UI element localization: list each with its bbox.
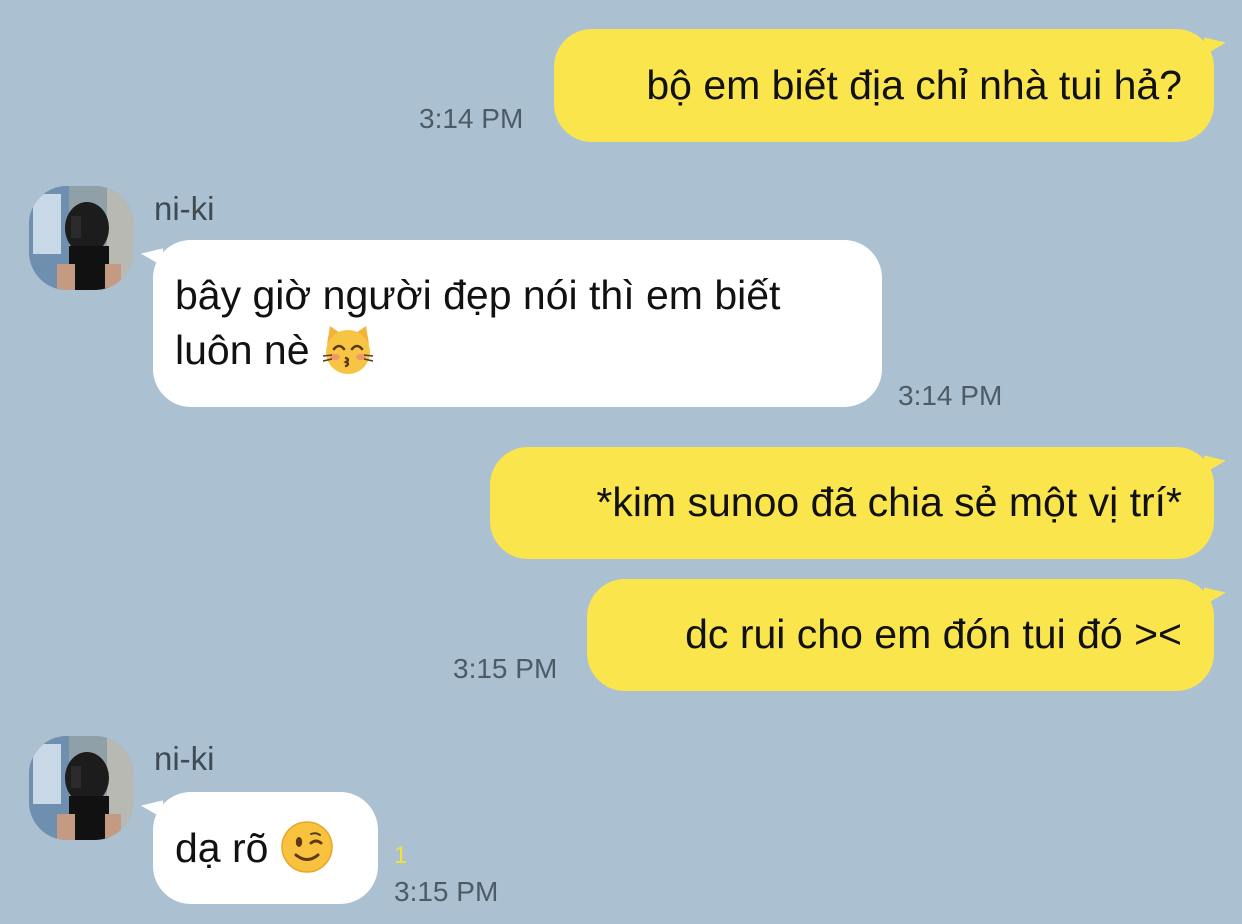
message-text: bộ em biết địa chỉ nhà tui hả? [646,62,1182,108]
sender-name: ni-ki [154,740,215,777]
outgoing-message-bubble[interactable]: bộ em biết địa chỉ nhà tui hả? [554,29,1214,142]
contact-avatar[interactable] [29,186,133,290]
avatar-photo [29,736,133,840]
message-text-line: bây giờ người đẹp nói thì em biết [175,272,781,318]
outgoing-message-bubble[interactable]: dc rui cho em đón tui đó >< [587,579,1214,691]
kissing-cat-icon [321,322,375,376]
message-text: dạ rõ [175,825,269,871]
message-text-line-2: luôn nè [175,322,860,377]
message-text: *kim sunoo đã chia sẻ một vị trí* [596,479,1182,525]
unread-counter: 1 [394,842,408,869]
message-timestamp: 3:15 PM [453,653,558,684]
contact-avatar[interactable] [29,736,133,840]
incoming-message-bubble[interactable]: dạ rõ [153,792,378,904]
message-text: dc rui cho em đón tui đó >< [685,611,1182,657]
message-timestamp: 3:14 PM [898,380,1003,411]
message-timestamp: 3:15 PM [394,876,499,907]
message-timestamp: 3:14 PM [419,103,524,134]
chat-thread: 3:14 PM bộ em biết địa chỉ nhà tui hả? n… [0,0,1242,924]
message-text: luôn nè [175,327,310,373]
incoming-message-bubble[interactable]: bây giờ người đẹp nói thì em biết luôn n… [153,240,882,407]
sender-name: ni-ki [154,190,215,227]
avatar-photo [29,186,133,290]
winking-face-icon [280,820,334,874]
outgoing-message-bubble[interactable]: *kim sunoo đã chia sẻ một vị trí* [490,447,1214,559]
